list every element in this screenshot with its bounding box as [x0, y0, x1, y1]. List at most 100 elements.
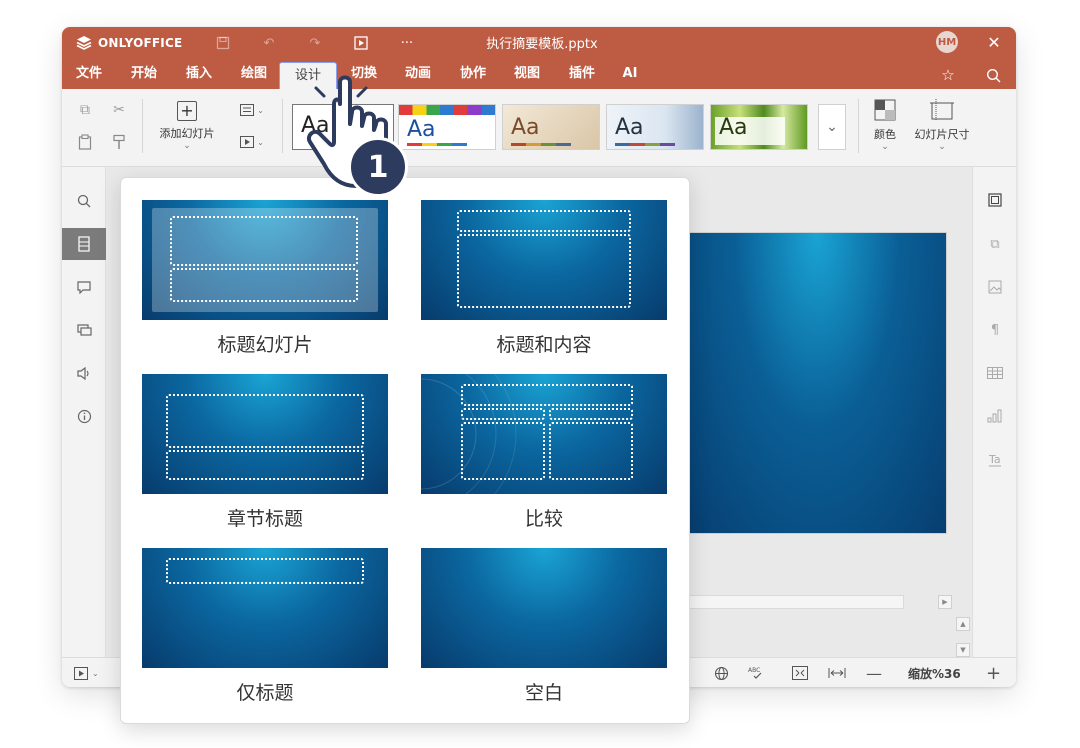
- layout-blank[interactable]: 空白: [421, 548, 667, 708]
- layout-comparison[interactable]: 比较: [421, 374, 667, 534]
- close-icon[interactable]: ✕: [984, 31, 1004, 53]
- layout-thumbnail: [421, 200, 667, 320]
- layout-thumbnail: [142, 374, 388, 494]
- svg-text:ABC: ABC: [748, 667, 760, 674]
- horizontal-scrollbar[interactable]: [688, 595, 904, 609]
- zoom-in-button[interactable]: +: [986, 663, 1001, 684]
- app-logo: ONLYOFFICE: [76, 35, 182, 51]
- theme-sample-text: Aa: [615, 115, 644, 140]
- image-settings-icon[interactable]: [973, 274, 1016, 300]
- tab-ai[interactable]: AI: [615, 61, 645, 87]
- ribbon-toolbar: ⧉ ✂ + 添加幻灯片 ⌄ ⌄ ⌄ Aa Aa Aa Aa Aa ⌄ 颜色 ⌄ …: [62, 89, 1016, 167]
- copy-icon[interactable]: ⧉: [74, 99, 96, 121]
- comments-icon[interactable]: [62, 271, 106, 303]
- search-icon[interactable]: [982, 64, 1004, 86]
- color-scheme-icon: [874, 99, 896, 121]
- theme-sample-text: Aa: [511, 115, 540, 140]
- more-icon[interactable]: ···: [396, 32, 418, 54]
- onlyoffice-logo-icon: [76, 36, 92, 50]
- redo-icon[interactable]: ↷: [304, 32, 326, 54]
- layout-thumbnail: [142, 200, 388, 320]
- layout-section-header[interactable]: 章节标题: [142, 374, 388, 534]
- svg-text:Ta: Ta: [988, 453, 1001, 466]
- color-label: 颜色: [874, 128, 896, 141]
- step-badge: 1: [348, 137, 408, 197]
- scroll-down-icon[interactable]: ▼: [956, 643, 970, 657]
- divider: [142, 99, 143, 153]
- sidebar-search-icon[interactable]: [62, 185, 106, 217]
- right-sidebar: ⧉ ¶ Ta: [972, 167, 1016, 657]
- slides-panel-icon[interactable]: [62, 228, 106, 260]
- layout-title-slide[interactable]: 标题幻灯片: [142, 200, 388, 360]
- cut-icon[interactable]: ✂: [108, 99, 130, 121]
- paragraph-icon[interactable]: ¶: [973, 317, 1016, 343]
- plus-icon: +: [177, 101, 197, 121]
- fit-slide-icon[interactable]: [792, 664, 808, 682]
- tab-insert[interactable]: 插入: [177, 61, 221, 87]
- theme-classic[interactable]: Aa: [502, 104, 600, 150]
- layout-label: 章节标题: [226, 508, 303, 530]
- theme-cloud[interactable]: Aa: [606, 104, 704, 150]
- menu-bar: 文件 开始 插入 绘图 设计 切换 动画 协作 视图 插件 AI ☆: [62, 61, 1016, 96]
- zoom-out-button[interactable]: —: [866, 664, 882, 683]
- layout-label: 仅标题: [236, 682, 294, 704]
- slide-size-icon: [930, 99, 954, 121]
- divider: [282, 99, 283, 153]
- current-slide[interactable]: [688, 233, 946, 533]
- textart-icon[interactable]: Ta: [973, 446, 1016, 472]
- scroll-right-icon[interactable]: ▶: [938, 595, 952, 609]
- chevron-down-icon: ⌄: [938, 142, 946, 152]
- layout-thumbnail: [421, 548, 667, 668]
- slide-size-button[interactable]: 幻灯片尺寸 ⌄: [908, 99, 976, 152]
- slideshow-start-icon[interactable]: ⌄: [74, 664, 99, 682]
- format-painter-icon[interactable]: [108, 131, 130, 153]
- language-icon[interactable]: [714, 664, 729, 682]
- theme-sample-text: Aa: [407, 117, 436, 142]
- layout-dropdown: 标题幻灯片 标题和内容 章节标题 比较 仅标题 空白: [120, 177, 690, 724]
- fit-width-icon[interactable]: [828, 664, 846, 682]
- left-sidebar: [62, 167, 106, 657]
- play-menu-icon[interactable]: ⌄: [234, 131, 270, 153]
- avatar[interactable]: HM: [936, 31, 958, 53]
- color-button[interactable]: 颜色 ⌄: [868, 99, 902, 152]
- chevron-down-icon: ⌄: [881, 142, 889, 152]
- layout-title-only[interactable]: 仅标题: [142, 548, 388, 708]
- tab-home[interactable]: 开始: [122, 61, 166, 87]
- slide-size-label: 幻灯片尺寸: [914, 128, 970, 141]
- add-slide-label: 添加幻灯片: [159, 127, 215, 140]
- theme-green[interactable]: Aa: [710, 104, 808, 150]
- theme-pixel[interactable]: Aa: [398, 104, 496, 150]
- document-title: 执行摘要模板.pptx: [486, 37, 598, 52]
- zoom-level: 缩放%36: [908, 666, 961, 681]
- tab-draw[interactable]: 绘图: [232, 61, 276, 87]
- layout-label: 标题和内容: [496, 334, 592, 356]
- slideshow-icon[interactable]: [350, 32, 372, 54]
- info-icon[interactable]: [62, 400, 106, 432]
- speaker-icon[interactable]: [62, 357, 106, 389]
- logo-text: ONLYOFFICE: [98, 36, 183, 50]
- layout-title-content[interactable]: 标题和内容: [421, 200, 667, 360]
- scroll-up-icon[interactable]: ▲: [956, 617, 970, 631]
- divider: [858, 99, 859, 153]
- undo-icon[interactable]: ↶: [258, 32, 280, 54]
- add-slide-button[interactable]: + 添加幻灯片 ⌄: [152, 101, 222, 157]
- tab-file[interactable]: 文件: [68, 61, 110, 87]
- chat-icon[interactable]: [62, 314, 106, 346]
- spellcheck-icon[interactable]: ABC: [748, 664, 764, 682]
- theme-sample-text: Aa: [719, 115, 748, 140]
- layout-label: 标题幻灯片: [217, 334, 313, 356]
- shape-settings-icon[interactable]: ⧉: [973, 231, 1016, 257]
- layout-menu-icon[interactable]: ⌄: [234, 99, 270, 121]
- theme-gallery-expand[interactable]: ⌄: [818, 104, 846, 150]
- chart-settings-icon[interactable]: [973, 403, 1016, 429]
- star-icon[interactable]: ☆: [937, 64, 959, 86]
- save-icon[interactable]: [212, 32, 234, 54]
- table-settings-icon[interactable]: [973, 360, 1016, 386]
- tab-view[interactable]: 视图: [505, 61, 549, 87]
- paste-icon[interactable]: [74, 131, 96, 153]
- tab-plugins[interactable]: 插件: [560, 61, 604, 87]
- chevron-down-icon: ⌄: [826, 119, 838, 135]
- tab-collaboration[interactable]: 协作: [451, 61, 495, 87]
- layout-thumbnail: [142, 548, 388, 668]
- slide-settings-icon[interactable]: [973, 187, 1016, 213]
